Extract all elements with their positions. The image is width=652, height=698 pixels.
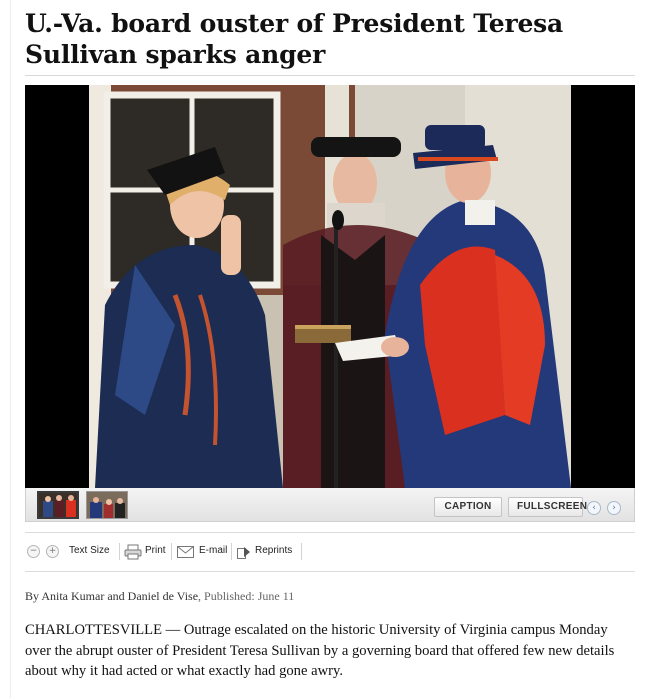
divider	[171, 543, 172, 560]
byline-prefix: By	[25, 589, 42, 603]
photo-gallery: CAPTION FULLSCREEN ‹ ›	[25, 85, 635, 522]
caption-button[interactable]: CAPTION	[434, 497, 502, 517]
divider	[231, 543, 232, 560]
publish-date: , Published: June 11	[198, 589, 295, 603]
author-link[interactable]: Daniel de Vise	[128, 589, 198, 603]
byline: By Anita Kumar and Daniel de Vise, Publi…	[25, 589, 294, 604]
gallery-controls: CAPTION FULLSCREEN ‹ ›	[25, 488, 635, 522]
gallery-thumbnail[interactable]	[37, 491, 79, 519]
divider	[301, 543, 302, 560]
zoom-in-icon[interactable]: +	[46, 545, 59, 558]
printer-icon[interactable]	[124, 544, 142, 560]
author-link[interactable]: Anita Kumar	[41, 589, 104, 603]
thumbnail-image	[39, 493, 77, 517]
envelope-icon[interactable]	[177, 546, 194, 558]
byline-and: and	[104, 589, 128, 603]
print-link[interactable]: Print	[145, 545, 166, 556]
reprints-icon[interactable]	[237, 546, 251, 559]
article-tools: − + Text Size Print E-mail Reprints	[25, 537, 635, 567]
reprints-link[interactable]: Reprints	[255, 545, 292, 556]
page-edge-rule	[10, 0, 11, 698]
divider	[25, 571, 635, 572]
divider	[25, 75, 635, 76]
chevron-right-icon[interactable]: ›	[607, 501, 621, 515]
article-headline: U.-Va. board ouster of President Teresa …	[25, 9, 564, 69]
swearing-in-photo	[25, 85, 635, 488]
chevron-left-icon[interactable]: ‹	[587, 501, 601, 515]
gallery-main-photo[interactable]	[25, 85, 635, 488]
divider	[119, 543, 120, 560]
text-size-label: Text Size	[69, 545, 110, 556]
email-link[interactable]: E-mail	[199, 545, 227, 556]
thumbnail-image	[87, 492, 127, 518]
gallery-thumbnail[interactable]	[86, 491, 128, 519]
zoom-out-icon[interactable]: −	[27, 545, 40, 558]
article-lead-paragraph: CHARLOTTESVILLE — Outrage escalated on t…	[25, 622, 615, 679]
fullscreen-button[interactable]: FULLSCREEN	[508, 497, 587, 517]
divider	[25, 532, 635, 533]
